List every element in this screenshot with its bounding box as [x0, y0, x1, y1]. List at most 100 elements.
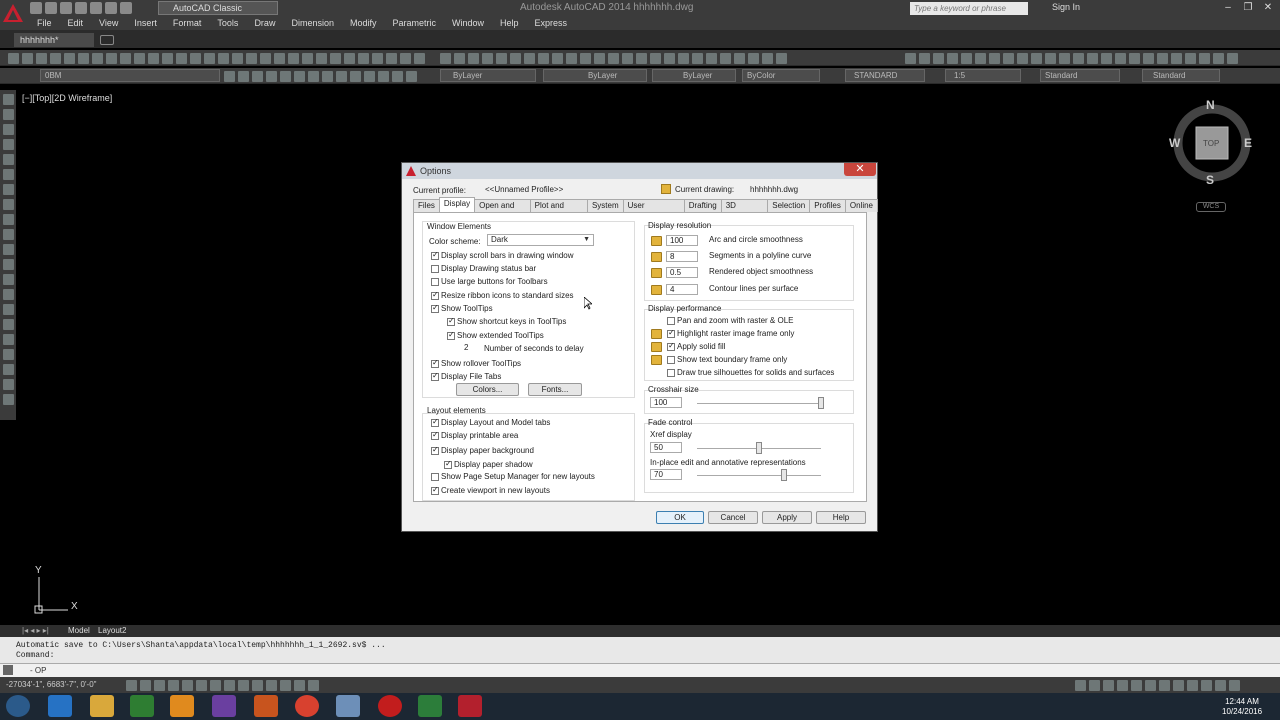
toolbar-button[interactable] [148, 52, 159, 64]
modify-tool-button[interactable] [1213, 52, 1224, 64]
draw-tool-button[interactable] [3, 229, 14, 240]
status-toggle-button[interactable] [224, 679, 235, 691]
status-toggle-button[interactable] [266, 679, 277, 691]
modify-tool-button[interactable] [1129, 52, 1140, 64]
compass-south[interactable]: S [1206, 173, 1214, 187]
draw-tool-button[interactable] [496, 52, 507, 64]
compass-west[interactable]: W [1169, 136, 1180, 150]
save-as-icon[interactable] [75, 2, 87, 14]
menu-file[interactable]: File [28, 18, 59, 28]
status-toggle-button[interactable] [308, 679, 319, 691]
status-toggle-button[interactable] [140, 679, 151, 691]
tab-layout2[interactable]: Layout2 [98, 626, 126, 635]
toolbar-button[interactable] [232, 52, 243, 64]
checkbox-layout-model-tabs[interactable] [431, 417, 439, 427]
checkbox-paper-background[interactable] [431, 445, 439, 455]
status-tool-button[interactable] [1229, 679, 1240, 691]
status-tool-button[interactable] [1201, 679, 1212, 691]
save-icon[interactable] [60, 2, 72, 14]
crosshair-size-input[interactable]: 100 [650, 397, 682, 408]
recorder-icon[interactable] [378, 695, 402, 717]
modify-tool-button[interactable] [961, 52, 972, 64]
modify-tool-button[interactable] [933, 52, 944, 64]
status-tool-button[interactable] [1187, 679, 1198, 691]
wrench-icon[interactable] [3, 665, 13, 675]
modify-tool-button[interactable] [1157, 52, 1168, 64]
toolbar-button[interactable] [78, 52, 89, 64]
delay-seconds-input[interactable]: 2 [461, 343, 481, 354]
draw-tool-button[interactable] [636, 52, 647, 64]
layer-tool-button[interactable] [350, 70, 361, 82]
help-search-input[interactable]: Type a keyword or phrase [910, 2, 1028, 15]
toolbar-button[interactable] [260, 52, 271, 64]
draw-tool-button[interactable] [720, 52, 731, 64]
draw-tool-button[interactable] [3, 334, 14, 345]
speaker-app-icon[interactable] [254, 695, 278, 717]
status-tool-button[interactable] [1103, 679, 1114, 691]
draw-tool-button[interactable] [3, 259, 14, 270]
status-toggle-button[interactable] [182, 679, 193, 691]
draw-tool-button[interactable] [706, 52, 717, 64]
layout-nav-arrows[interactable]: |◂ ◂ ▸ ▸| [22, 626, 49, 635]
draw-tool-button[interactable] [650, 52, 661, 64]
chrome-icon[interactable] [295, 695, 319, 717]
toolbar-button[interactable] [414, 52, 425, 64]
menu-edit[interactable]: Edit [59, 18, 91, 28]
draw-tool-button[interactable] [664, 52, 675, 64]
draw-tool-button[interactable] [3, 394, 14, 405]
status-tool-button[interactable] [1131, 679, 1142, 691]
draw-tool-button[interactable] [762, 52, 773, 64]
contour-lines-input[interactable]: 4 [666, 284, 698, 295]
modify-tool-button[interactable] [1045, 52, 1056, 64]
draw-tool-button[interactable] [440, 52, 451, 64]
tab-profiles[interactable]: Profiles [809, 199, 846, 212]
modify-tool-button[interactable] [1073, 52, 1084, 64]
app-menu-button[interactable] [0, 0, 28, 34]
layer-tool-button[interactable] [280, 70, 291, 82]
undo-icon[interactable] [105, 2, 117, 14]
draw-tool-button[interactable] [3, 289, 14, 300]
linetype-select[interactable]: ByLayer [543, 69, 647, 82]
status-toggle-button[interactable] [154, 679, 165, 691]
toolbar-button[interactable] [36, 52, 47, 64]
dialog-title-bar[interactable] [402, 163, 877, 179]
checkbox-printable-area[interactable] [431, 430, 439, 440]
menu-modify[interactable]: Modify [341, 18, 384, 28]
status-toggle-button[interactable] [126, 679, 137, 691]
modify-tool-button[interactable] [1171, 52, 1182, 64]
draw-tool-button[interactable] [3, 379, 14, 390]
crosshair-slider[interactable] [818, 397, 824, 409]
system-clock[interactable]: 12:44 AM 10/24/2016 [1222, 697, 1262, 717]
tab-3d-modeling[interactable]: 3D Modeling [720, 199, 769, 222]
xref-fade-input[interactable]: 50 [650, 442, 682, 453]
checkbox-rollover-tooltips[interactable] [431, 358, 439, 368]
draw-tool-button[interactable] [538, 52, 549, 64]
command-input[interactable]: - OP [0, 663, 1280, 677]
modify-tool-button[interactable] [1017, 52, 1028, 64]
rendered-smoothness-input[interactable]: 0.5 [666, 267, 698, 278]
toolbar-button[interactable] [316, 52, 327, 64]
ok-button[interactable]: OK [656, 511, 704, 524]
draw-tool-button[interactable] [3, 214, 14, 225]
toolbar-button[interactable] [218, 52, 229, 64]
workspace-select[interactable]: AutoCAD Classic [158, 1, 278, 15]
checkbox-resize-ribbon-icons[interactable] [431, 290, 439, 300]
layer-tool-button[interactable] [252, 70, 263, 82]
checkbox-create-viewport[interactable] [431, 485, 439, 495]
media-player-icon[interactable] [170, 695, 194, 717]
camtasia-icon[interactable] [418, 695, 442, 717]
layer-tool-button[interactable] [364, 70, 375, 82]
toolbar-button[interactable] [246, 52, 257, 64]
status-tool-button[interactable] [1145, 679, 1156, 691]
status-tool-button[interactable] [1173, 679, 1184, 691]
draw-tool-button[interactable] [3, 184, 14, 195]
tab-user-preferences[interactable]: User Preferences [622, 199, 685, 222]
draw-tool-button[interactable] [748, 52, 759, 64]
explorer-icon[interactable] [90, 695, 114, 717]
tab-selection[interactable]: Selection [767, 199, 811, 212]
menu-window[interactable]: Window [443, 18, 491, 28]
layer-tool-button[interactable] [322, 70, 333, 82]
lineweight-select[interactable]: ByLayer [652, 69, 736, 82]
toolbar-button[interactable] [274, 52, 285, 64]
layer-tool-button[interactable] [294, 70, 305, 82]
